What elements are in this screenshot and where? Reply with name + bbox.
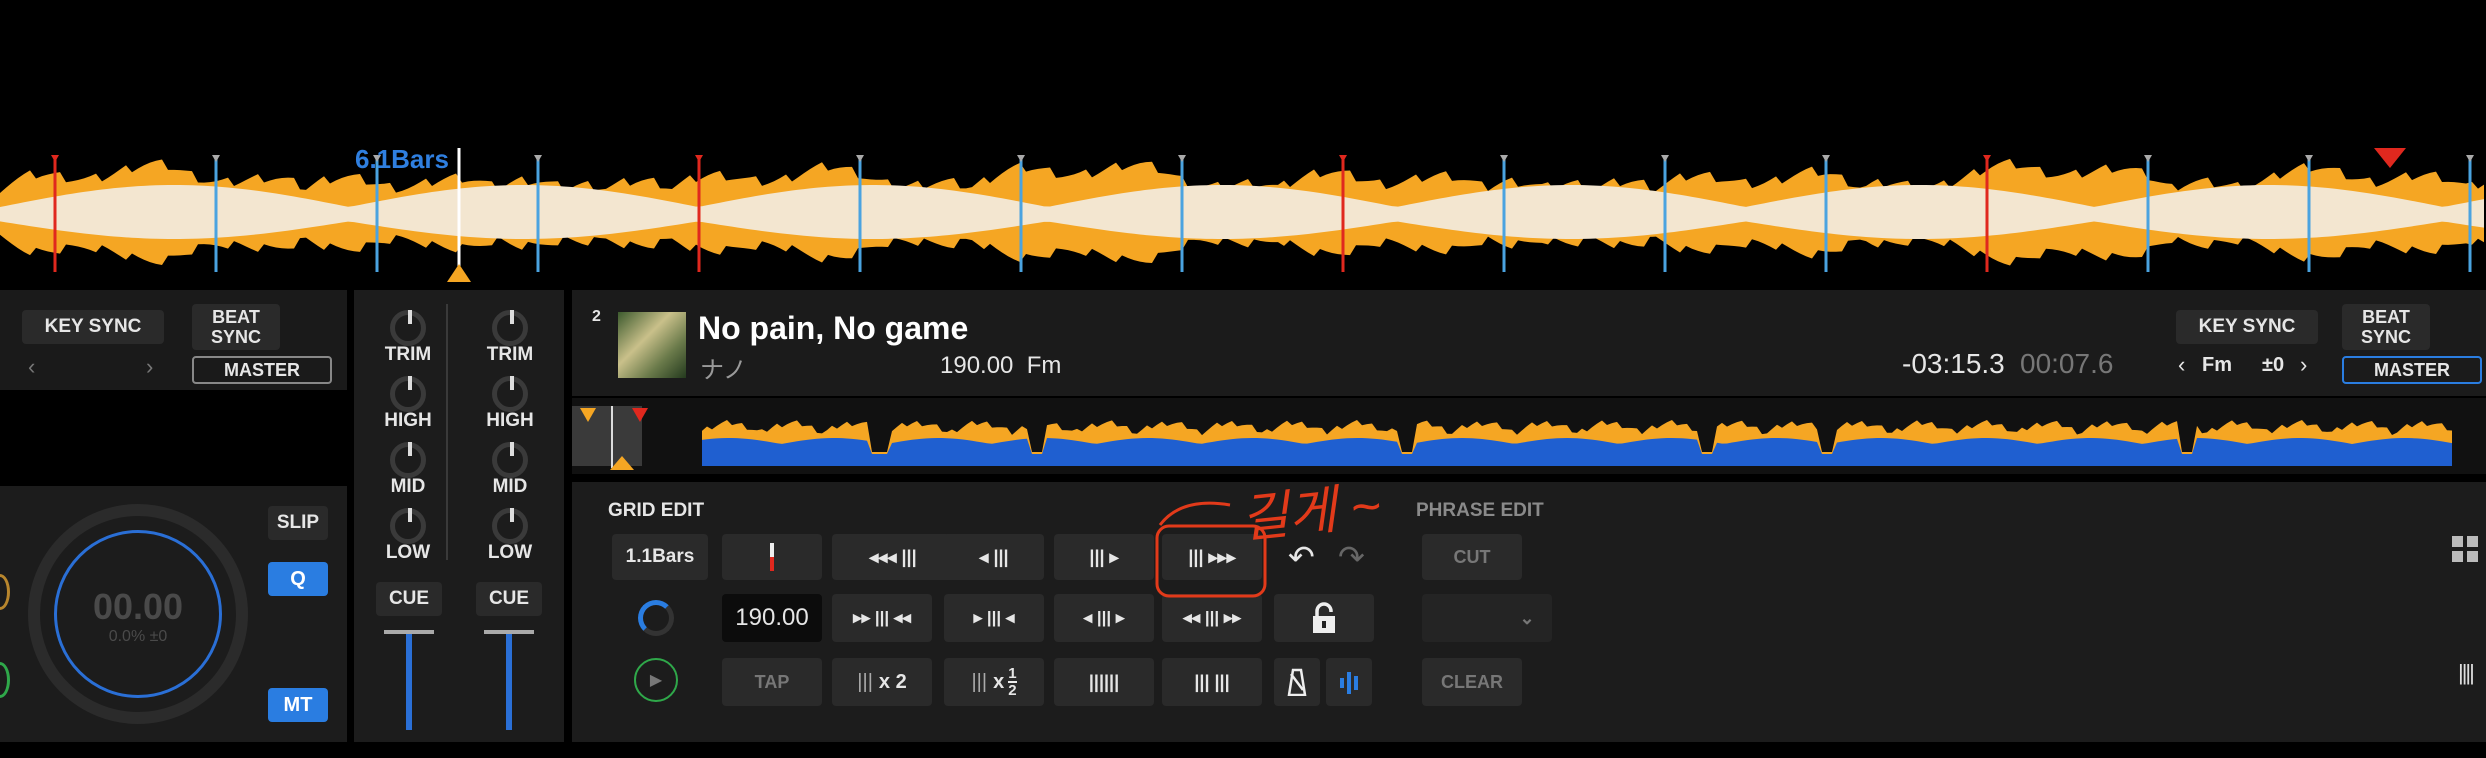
annotation-stroke [1158,501,1231,526]
handwritten-annotation: 길게 ~ [1237,476,1384,550]
red-annotation-layer [1155,501,1267,598]
